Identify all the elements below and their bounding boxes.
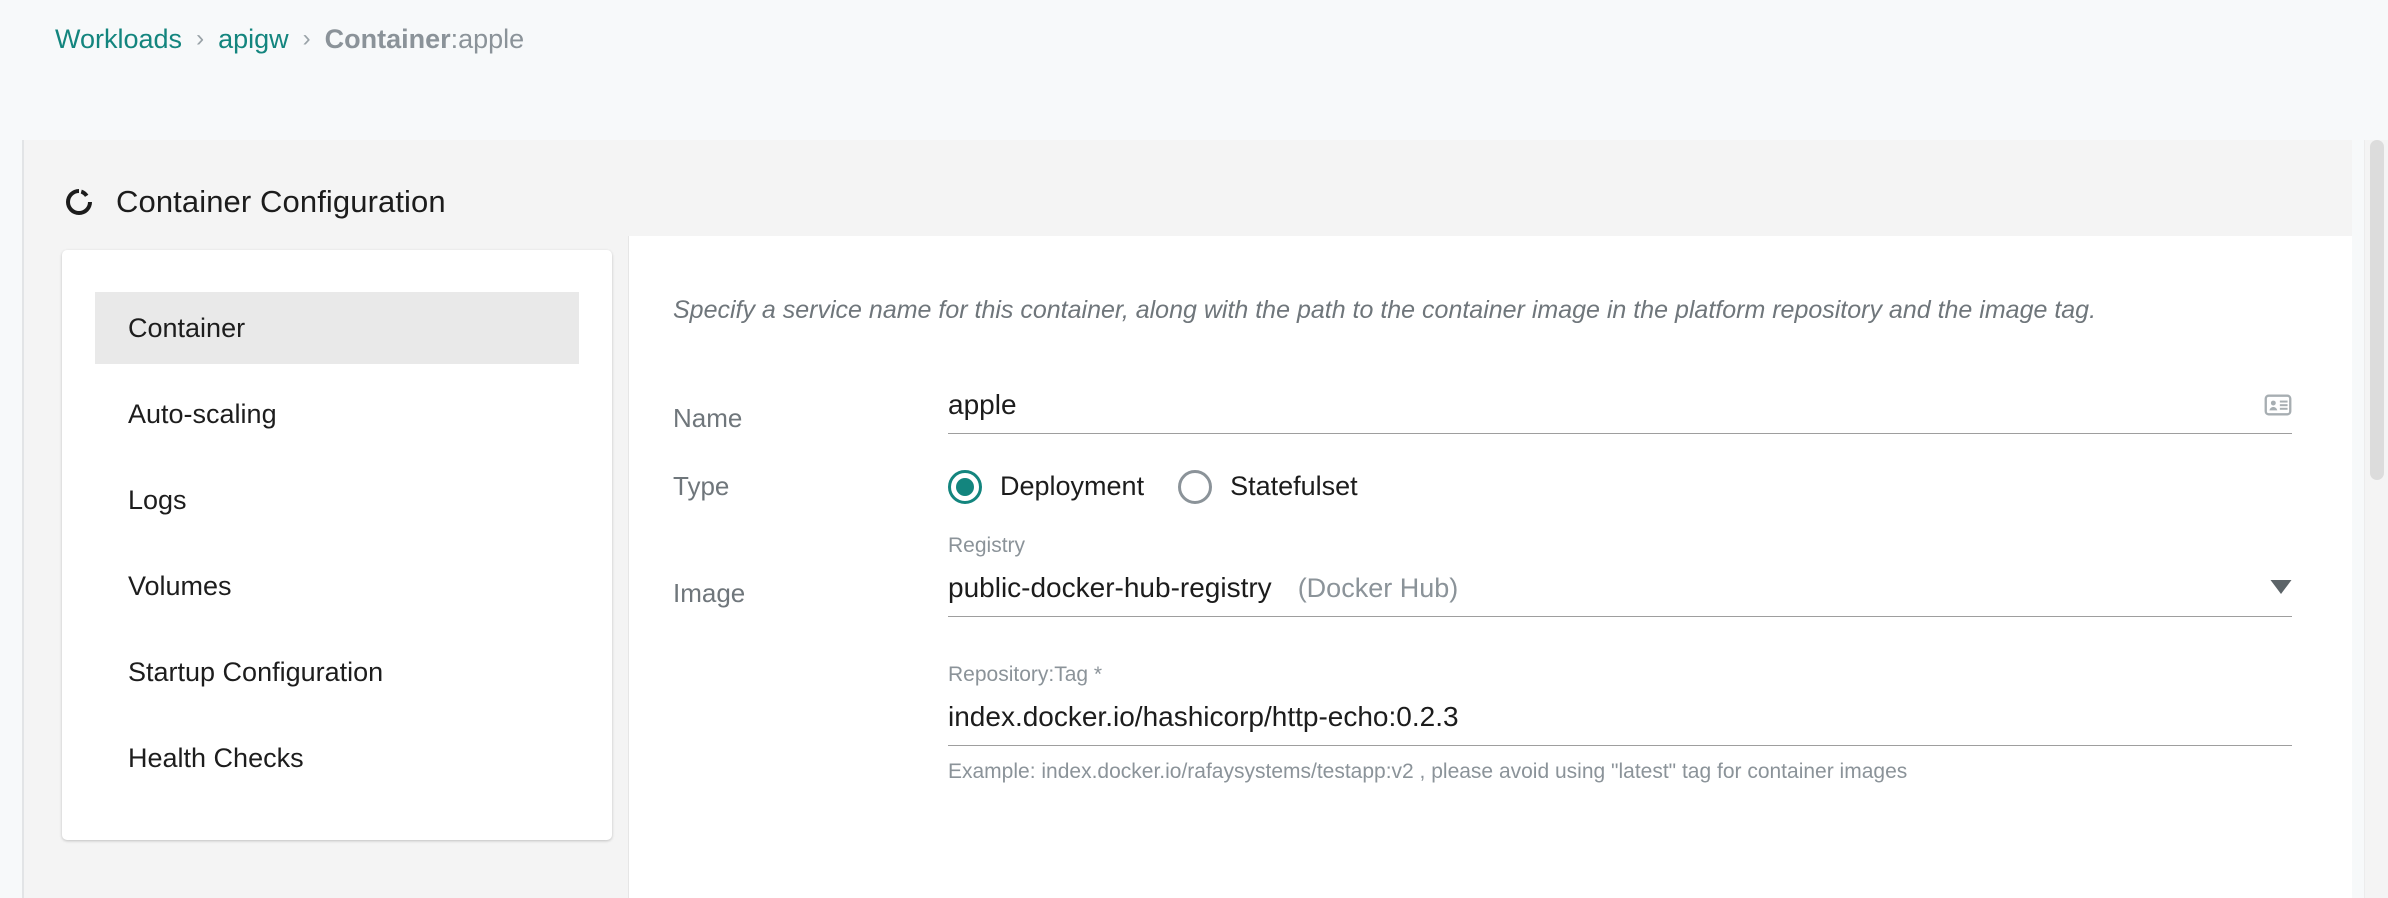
breadcrumb-bar: Workloads › apigw › Container :apple [0, 0, 2388, 140]
contact-card-icon[interactable] [2264, 391, 2292, 419]
sidebar-item-label: Health Checks [128, 742, 304, 773]
registry-select-value: public-docker-hub-registry [948, 571, 1272, 603]
sidebar-item-label: Startup Configuration [128, 656, 384, 687]
sidebar-item-logs[interactable]: Logs [95, 464, 579, 536]
vertical-scrollbar-thumb[interactable] [2370, 140, 2384, 480]
sidebar-item-label: Logs [128, 484, 187, 515]
form-row-image: Image Registry public-docker-hub-registr… [673, 534, 2292, 784]
radio-statefulset[interactable]: Statefulset [1178, 469, 1358, 504]
breadcrumb-separator-1: › [196, 24, 205, 52]
sidebar-item-auto-scaling[interactable]: Auto-scaling [95, 378, 579, 450]
radio-label-statefulset: Statefulset [1230, 471, 1358, 501]
registry-select[interactable]: public-docker-hub-registry (Docker Hub) [948, 572, 2292, 617]
breadcrumb-item-container: Container [324, 24, 451, 54]
window-body: Container Auto-scaling Logs Volumes Star… [24, 236, 2352, 898]
form-row-type: Type Deployment Statefulset [673, 469, 2292, 504]
chevron-down-icon[interactable] [2270, 579, 2292, 594]
radio-mark-statefulset [1178, 469, 1213, 504]
radio-deployment[interactable]: Deployment [948, 469, 1145, 504]
name-input[interactable]: apple [948, 389, 2292, 434]
breadcrumb-item-apigw[interactable]: apigw [218, 26, 289, 53]
breadcrumb-separator-2: › [302, 24, 311, 52]
form-row-name: Name apple [673, 389, 2292, 434]
name-control: apple [948, 389, 2292, 434]
registry-float-label: Registry [948, 533, 1026, 557]
image-control: Registry public-docker-hub-registry (Doc… [948, 534, 2292, 784]
breadcrumb-item-workloads[interactable]: Workloads [55, 26, 182, 53]
breadcrumb: Workloads › apigw › Container :apple [55, 26, 524, 53]
sidebar-item-label: Container [128, 312, 246, 343]
sidebar-item-label: Auto-scaling [128, 398, 277, 429]
type-radio-group: Deployment Statefulset [948, 469, 2292, 504]
sidebar-item-label: Volumes [128, 570, 232, 601]
type-label: Type [673, 471, 730, 501]
image-label: Image [673, 577, 746, 608]
sidebar-item-container[interactable]: Container [95, 292, 579, 364]
sidebar-item-health-checks[interactable]: Health Checks [95, 722, 579, 794]
repository-tag-float-label: Repository:Tag * [948, 662, 1103, 686]
radio-mark-deployment [948, 469, 982, 504]
window-header: Container Configuration [24, 140, 2352, 236]
breadcrumb-current-value: :apple [450, 24, 525, 54]
page-title: Container Configuration [116, 184, 446, 219]
registry-select-suffix: (Docker Hub) [1297, 572, 1459, 603]
repository-tag-hint: Example: index.docker.io/rafaysystems/te… [948, 759, 1908, 783]
container-form-panel: Specify a service name for this containe… [628, 236, 2352, 898]
radio-label-deployment: Deployment [1000, 471, 1145, 501]
sidebar-item-volumes[interactable]: Volumes [95, 550, 579, 622]
vertical-scrollbar[interactable] [2364, 140, 2388, 898]
repository-tag-input[interactable]: index.docker.io/hashicorp/http-echo:0.2.… [948, 701, 2292, 746]
settings-sidebar: Container Auto-scaling Logs Volumes Star… [62, 250, 612, 840]
name-input-value: apple [948, 388, 1017, 420]
form-description: Specify a service name for this containe… [673, 296, 2097, 324]
name-label: Name [673, 402, 743, 433]
sidebar-item-startup-configuration[interactable]: Startup Configuration [95, 636, 579, 708]
container-configuration-window: Container Configuration Container Auto-s… [22, 140, 2352, 898]
repository-tag-input-value: index.docker.io/hashicorp/http-echo:0.2.… [948, 700, 1459, 732]
type-control: Deployment Statefulset [948, 469, 2292, 504]
ring-icon [66, 189, 92, 215]
